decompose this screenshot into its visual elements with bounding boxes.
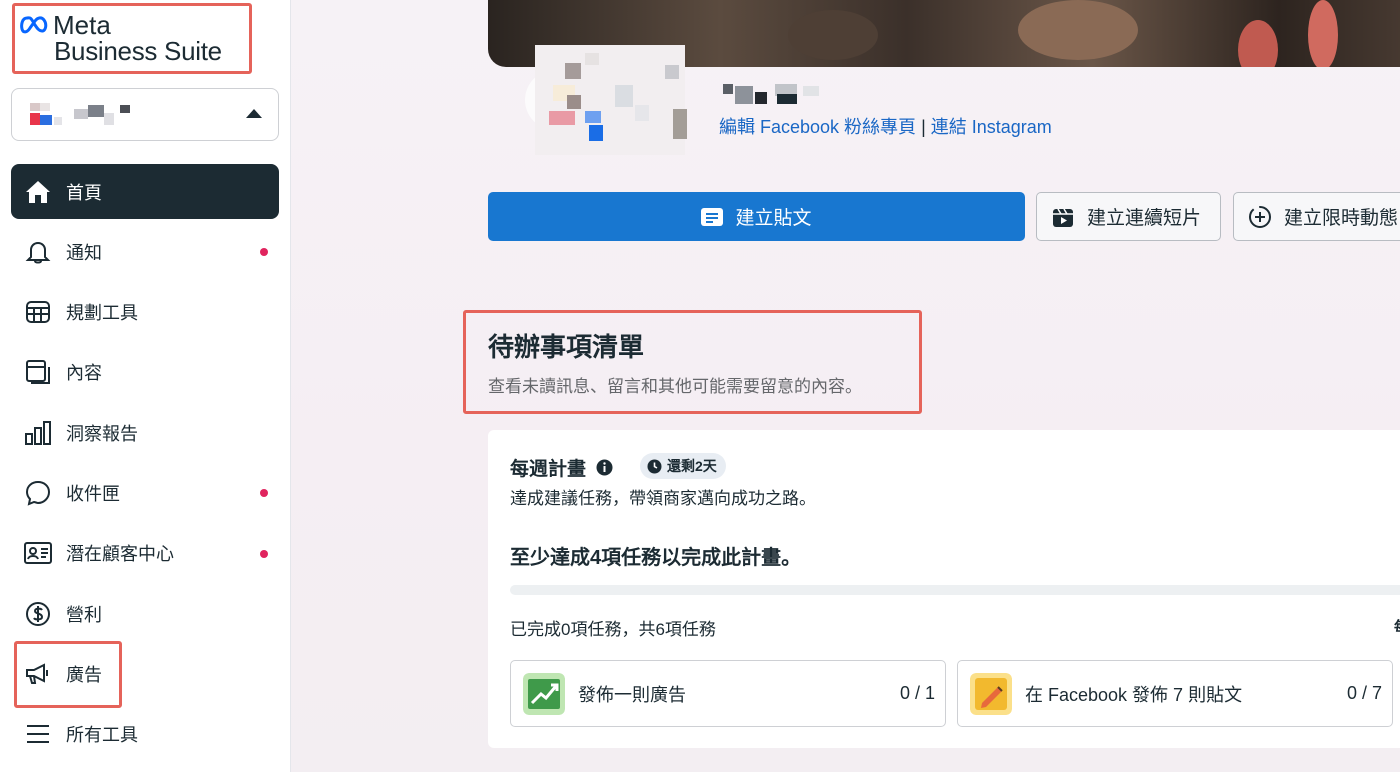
nav-label: 規劃工具: [66, 303, 138, 324]
sidebar: Meta Business Suite 首頁 通知 規劃工具 內容 洞察報告 收…: [0, 0, 291, 772]
time-remaining-badge: 還剩2天: [640, 453, 726, 479]
nav-label: 洞察報告: [66, 423, 138, 444]
nav-item-content[interactable]: 內容: [11, 345, 279, 400]
link-separator: |: [921, 117, 926, 137]
weekly-plan-title-row: 每週計畫: [510, 454, 613, 481]
nav-label: 營利: [66, 604, 102, 625]
task-count: 0 / 7: [1346, 683, 1382, 703]
content-pages-icon: [24, 358, 52, 386]
todo-list-subtitle: 查看未讀訊息、留言和其他可能需要留意的內容。: [488, 377, 862, 396]
clock-icon: [647, 459, 662, 473]
chat-bubble-icon: [24, 479, 52, 507]
nav-label: 首頁: [66, 182, 102, 203]
weekly-plan-card: 每週計畫 還剩2天 達成建議任務，帶領商家邁向成功之路。 至少達成4項任務以完成…: [488, 430, 1400, 748]
nav-label: 潛在顧客中心: [66, 544, 174, 565]
completed-count: 已完成0項任務，共6項任務: [510, 620, 716, 639]
bar-chart-icon: [24, 419, 52, 447]
meta-business-suite-logo[interactable]: Meta Business Suite: [20, 12, 222, 64]
reel-clapper-icon: [1053, 208, 1073, 227]
nav-item-planner[interactable]: 規劃工具: [11, 285, 279, 340]
add-story-icon: [1249, 205, 1271, 228]
create-post-button[interactable]: 建立貼文: [488, 192, 1025, 241]
create-reel-label: 建立連續短片: [1087, 208, 1202, 229]
menu-icon: [24, 720, 52, 748]
task-count: 0 / 1: [899, 683, 935, 703]
notification-dot: [260, 489, 268, 498]
nav-item-monetization[interactable]: 營利: [11, 586, 279, 641]
dollar-icon: [24, 600, 52, 628]
task-publish-posts[interactable]: 在 Facebook 發佈 7 則貼文 0 / 7: [957, 660, 1393, 727]
create-reel-button[interactable]: 建立連續短片: [1036, 192, 1221, 241]
create-story-button[interactable]: 建立限時動態: [1233, 192, 1400, 241]
nav-item-all-tools[interactable]: 所有工具: [11, 707, 279, 762]
nav-label: 通知: [66, 242, 102, 263]
weekly-plan-description: 達成建議任務，帶領商家邁向成功之路。: [510, 489, 816, 508]
page-avatar[interactable]: [525, 45, 695, 155]
account-switcher[interactable]: [11, 88, 279, 141]
todo-list-title: 待辦事項清單: [488, 332, 645, 362]
logo-text-business-suite: Business Suite: [54, 36, 222, 66]
calendar-grid-icon: [24, 298, 52, 326]
home-icon: [24, 178, 52, 206]
nav-item-insights[interactable]: 洞察報告: [11, 405, 279, 460]
account-avatar: [30, 103, 130, 125]
nav-label: 內容: [66, 363, 102, 384]
post-icon: [701, 207, 724, 226]
task-publish-ad[interactable]: 發佈一則廣告 0 / 1: [510, 660, 946, 727]
page-name-redacted: [723, 84, 819, 104]
bell-icon: [24, 238, 52, 266]
nav-item-home[interactable]: 首頁: [11, 164, 279, 219]
task-label: 發佈一則廣告: [578, 684, 686, 705]
info-icon[interactable]: [596, 459, 613, 476]
ads-highlight: [14, 641, 122, 708]
pencil-note-icon: [970, 672, 1012, 715]
edit-facebook-page-link[interactable]: 編輯 Facebook 粉絲專頁: [719, 117, 916, 137]
weekly-tag: 每週: [1394, 616, 1400, 637]
connect-instagram-link[interactable]: 連結 Instagram: [931, 117, 1052, 137]
plan-progress-bar: [510, 585, 1400, 595]
trend-chart-icon: [523, 672, 565, 715]
weekly-plan-title: 每週計畫: [510, 459, 587, 480]
notification-dot: [260, 549, 268, 558]
badge-label: 還剩2天: [667, 458, 717, 474]
nav-item-inbox[interactable]: 收件匣: [11, 465, 279, 520]
nav-label: 收件匣: [66, 483, 120, 504]
create-post-label: 建立貼文: [735, 208, 812, 229]
notification-dot: [260, 248, 268, 257]
nav-item-notifications[interactable]: 通知: [11, 224, 279, 279]
meta-infinity-icon: [20, 16, 48, 34]
main-content: 編輯 Facebook 粉絲專頁 | 連結 Instagram 建立貼文 建立連續短…: [291, 0, 1400, 772]
task-label: 在 Facebook 發佈 7 則貼文: [1025, 684, 1243, 705]
page-links: 編輯 Facebook 粉絲專頁 | 連結 Instagram: [719, 113, 1052, 139]
nav-item-leads-center[interactable]: 潛在顧客中心: [11, 526, 279, 581]
nav-label: 所有工具: [66, 725, 138, 746]
create-story-label: 建立限時動態: [1284, 208, 1399, 229]
contact-card-icon: [24, 539, 52, 567]
caret-up-icon: [246, 109, 262, 118]
plan-goal: 至少達成4項任務以完成此計畫。: [510, 547, 802, 569]
logo-text-meta: Meta: [53, 10, 111, 40]
